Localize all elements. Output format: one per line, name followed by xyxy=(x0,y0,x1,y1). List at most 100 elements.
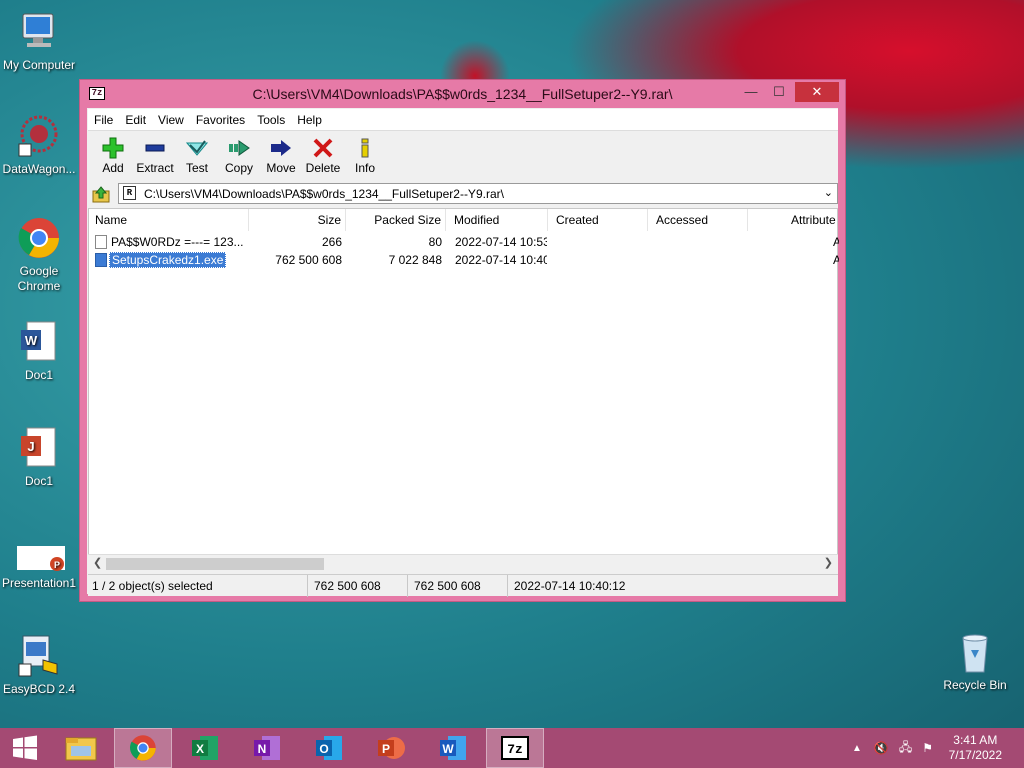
close-button[interactable]: ✕ xyxy=(795,82,839,102)
taskbar-clock[interactable]: 3:41 AM 7/17/2022 xyxy=(949,733,1002,763)
taskbar-excel[interactable]: X xyxy=(176,728,234,768)
taskbar-word[interactable]: W xyxy=(424,728,482,768)
file-packed-size: 80 xyxy=(428,235,442,249)
column-size[interactable]: Size xyxy=(249,209,346,231)
exe-file-icon xyxy=(95,253,107,267)
taskbar-outlook[interactable]: O xyxy=(300,728,358,768)
file-modified: 2022-07-14 10:53 xyxy=(455,235,547,249)
test-label: Test xyxy=(185,161,208,175)
onenote-icon: N xyxy=(254,736,280,760)
window-titlebar[interactable]: 7z C:\Users\VM4\Downloads\PA$$w0rds_1234… xyxy=(80,80,845,108)
status-packed: 762 500 608 xyxy=(408,575,508,597)
extract-button[interactable]: Extract xyxy=(134,131,176,182)
taskbar-file-explorer[interactable] xyxy=(52,728,110,768)
toolbar: Add Extract Test Copy Move Delete Info xyxy=(88,130,838,182)
svg-text:P: P xyxy=(54,560,60,570)
taskbar-onenote[interactable]: N xyxy=(238,728,296,768)
clock-time: 3:41 AM xyxy=(953,733,998,747)
table-row[interactable]: PA$$W0RDz =---= 123... 266 80 2022-07-14… xyxy=(89,233,839,251)
svg-text:W: W xyxy=(442,742,454,756)
add-icon xyxy=(92,135,134,161)
desktop-icon-datawagon[interactable]: DataWagon... xyxy=(0,114,78,177)
move-label: Move xyxy=(266,161,296,175)
taskbar: X N O P W 7z ▲ 🔇 🖧 ⚑ 3:41 AM 7/17/2022 xyxy=(0,728,1024,768)
add-button[interactable]: Add xyxy=(92,131,134,182)
test-button[interactable]: Test xyxy=(176,131,218,182)
file-list[interactable]: Name Size Packed Size Modified Created A… xyxy=(88,208,839,572)
info-button[interactable]: Info xyxy=(344,131,386,182)
horizontal-scrollbar[interactable]: ❮ ❯ xyxy=(88,554,838,572)
desktop-icon-recycle-bin[interactable]: Recycle Bin xyxy=(936,630,1014,693)
address-path: C:\Users\VM4\Downloads\PA$$w0rds_1234__F… xyxy=(144,187,504,201)
info-label: Info xyxy=(354,161,375,175)
start-button[interactable] xyxy=(0,728,50,768)
outlook-icon: O xyxy=(316,736,342,760)
desktop-icon-label: My Computer xyxy=(2,58,76,72)
move-icon xyxy=(260,135,302,161)
desktop-icon-my-computer[interactable]: My Computer xyxy=(0,10,78,73)
desktop-icon-doc1-word[interactable]: W Doc1 xyxy=(0,320,78,383)
column-created[interactable]: Created xyxy=(548,209,648,231)
archive-icon: R xyxy=(123,186,136,200)
powerpoint-icon: P xyxy=(17,540,65,572)
table-row[interactable]: SetupsCrakedz1.exe 762 500 608 7 022 848… xyxy=(89,251,839,269)
system-tray: ▲ 🔇 🖧 ⚑ xyxy=(852,728,933,768)
menu-tools[interactable]: Tools xyxy=(257,113,285,127)
show-hidden-icons-icon[interactable]: ▲ xyxy=(852,743,862,754)
column-accessed[interactable]: Accessed xyxy=(648,209,748,231)
svg-text:P: P xyxy=(382,742,390,756)
action-center-icon[interactable]: ⚑ xyxy=(922,741,933,755)
maximize-button[interactable]: ☐ xyxy=(765,82,793,102)
copy-button[interactable]: Copy xyxy=(218,131,260,182)
desktop-icon-label: Doc1 xyxy=(24,474,53,488)
menu-view[interactable]: View xyxy=(158,113,184,127)
svg-text:J: J xyxy=(27,439,34,454)
taskbar-7zip[interactable]: 7z xyxy=(486,728,544,768)
volume-muted-icon[interactable]: 🔇 xyxy=(874,741,889,755)
pdf-doc-icon: J xyxy=(17,426,61,470)
column-name[interactable]: Name xyxy=(89,209,249,231)
extract-label: Extract xyxy=(136,161,174,175)
move-button[interactable]: Move xyxy=(260,131,302,182)
start-icon xyxy=(13,735,37,760)
menu-file[interactable]: File xyxy=(94,113,113,127)
datawagon-icon xyxy=(17,114,61,158)
text-file-icon xyxy=(95,235,107,249)
menu-edit[interactable]: Edit xyxy=(125,113,146,127)
computer-icon xyxy=(17,10,61,54)
address-bar: R C:\Users\VM4\Downloads\PA$$w0rds_1234_… xyxy=(88,182,838,206)
desktop-icon-google-chrome[interactable]: Google Chrome xyxy=(0,216,78,294)
desktop-icon-easybcd[interactable]: EasyBCD 2.4 xyxy=(0,634,78,697)
file-modified: 2022-07-14 10:40 xyxy=(455,253,547,267)
folder-up-icon[interactable] xyxy=(92,185,110,203)
7zip-window[interactable]: 7z C:\Users\VM4\Downloads\PA$$w0rds_1234… xyxy=(79,79,846,602)
address-field[interactable]: R C:\Users\VM4\Downloads\PA$$w0rds_1234_… xyxy=(118,183,838,204)
scroll-right-icon[interactable]: ❯ xyxy=(824,556,833,569)
recycle-bin-icon xyxy=(953,630,997,674)
chrome-icon xyxy=(17,216,61,260)
chrome-icon xyxy=(130,735,156,761)
status-size: 762 500 608 xyxy=(308,575,408,597)
scroll-left-icon[interactable]: ❮ xyxy=(93,556,102,569)
delete-button[interactable]: Delete xyxy=(302,131,344,182)
window-title: C:\Users\VM4\Downloads\PA$$w0rds_1234__F… xyxy=(252,86,673,102)
scrollbar-thumb[interactable] xyxy=(106,558,324,570)
taskbar-powerpoint[interactable]: P xyxy=(362,728,420,768)
file-attributes: A xyxy=(833,253,839,267)
desktop-icon-doc1-pdf[interactable]: J Doc1 xyxy=(0,426,78,489)
column-modified[interactable]: Modified xyxy=(446,209,548,231)
status-date: 2022-07-14 10:40:12 xyxy=(514,579,626,593)
menu-favorites[interactable]: Favorites xyxy=(196,113,245,127)
add-label: Add xyxy=(102,161,124,175)
column-attributes[interactable]: Attribute xyxy=(748,209,838,231)
desktop-icon-label: Doc1 xyxy=(24,368,53,382)
column-packed-size[interactable]: Packed Size xyxy=(346,209,446,231)
copy-label: Copy xyxy=(224,161,253,175)
desktop-icon-presentation1[interactable]: P Presentation1 xyxy=(0,540,78,591)
minimize-button[interactable]: — xyxy=(737,82,765,102)
taskbar-chrome[interactable] xyxy=(114,728,172,768)
menu-help[interactable]: Help xyxy=(297,113,322,127)
desktop-icon-label: Recycle Bin xyxy=(943,678,1007,692)
chevron-down-icon[interactable]: ⌄ xyxy=(824,186,833,199)
network-icon[interactable]: 🖧 xyxy=(899,738,912,759)
